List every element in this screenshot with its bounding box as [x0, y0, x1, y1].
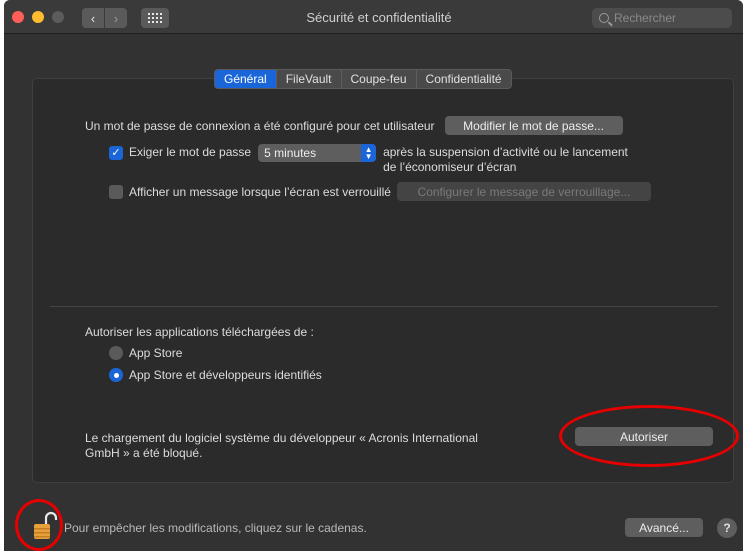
password-row: Un mot de passe de connexion a été confi…: [85, 116, 623, 135]
close-button[interactable]: [12, 11, 24, 23]
advanced-button[interactable]: Avancé...: [625, 518, 703, 537]
delay-description-line1: après la suspension d’activité ou le lan…: [383, 145, 628, 159]
search-icon: [599, 13, 609, 23]
updown-arrows-icon: ▲ ▼: [361, 144, 377, 162]
downloads-heading: Autoriser les applications téléchargées …: [85, 325, 314, 339]
tab-filevault[interactable]: FileVault: [277, 70, 342, 88]
radio-identified-row[interactable]: App Store et développeurs identifiés: [109, 368, 322, 382]
blocked-message-line2: GmbH » a été bloqué.: [85, 446, 203, 460]
radio-identified-label: App Store et développeurs identifiés: [129, 368, 322, 382]
grid-icon: [148, 13, 162, 23]
delay-description: après la suspension d’activité ou le lan…: [383, 145, 628, 175]
search-input[interactable]: [614, 11, 724, 25]
radio-app-store-row[interactable]: App Store: [109, 346, 182, 360]
show-message-row: Afficher un message lorsque l’écran est …: [109, 182, 651, 201]
chevron-left-icon: ‹: [90, 10, 96, 26]
show-all-button[interactable]: [141, 8, 169, 28]
lock-hint-text: Pour empêcher les modifications, cliquez…: [64, 521, 367, 535]
blocked-message: Le chargement du logiciel système du dév…: [85, 431, 478, 461]
require-password-checkbox[interactable]: ✓: [109, 146, 123, 160]
delay-select[interactable]: 5 minutes ▲ ▼: [258, 144, 377, 162]
title-bar: ‹ › Sécurité et confidentialité: [4, 0, 743, 34]
back-button[interactable]: ‹: [82, 8, 104, 28]
change-password-button[interactable]: Modifier le mot de passe...: [444, 116, 623, 135]
preferences-window: ‹ › Sécurité et confidentialité Général …: [4, 0, 743, 551]
radio-identified-developers[interactable]: [109, 368, 123, 382]
password-configured-text: Un mot de passe de connexion a été confi…: [85, 118, 435, 133]
radio-app-store[interactable]: [109, 346, 123, 360]
unlocked-padlock-icon[interactable]: [32, 511, 58, 541]
content-panel: [32, 78, 734, 483]
blocked-message-line1: Le chargement du logiciel système du dév…: [85, 431, 478, 445]
show-message-label: Afficher un message lorsque l’écran est …: [129, 184, 391, 199]
help-button[interactable]: ?: [717, 518, 737, 538]
allow-button[interactable]: Autoriser: [575, 427, 713, 446]
require-password-label: Exiger le mot de passe: [129, 145, 252, 159]
chevron-right-icon: ›: [113, 10, 119, 26]
radio-app-store-label: App Store: [129, 346, 183, 360]
show-message-checkbox[interactable]: [109, 184, 123, 199]
separator: [50, 306, 718, 307]
delay-value: 5 minutes: [264, 146, 317, 160]
checkmark-icon: ✓: [111, 146, 121, 159]
search-field[interactable]: [592, 8, 732, 28]
forward-button[interactable]: ›: [105, 8, 127, 28]
minimize-button[interactable]: [32, 11, 44, 23]
downloads-heading-row: Autoriser les applications téléchargées …: [85, 325, 314, 339]
delay-description-line2: de l’économiseur d’écran: [383, 160, 517, 174]
tab-firewall[interactable]: Coupe-feu: [342, 70, 417, 88]
window-title: Sécurité et confidentialité: [306, 10, 452, 25]
tab-privacy[interactable]: Confidentialité: [417, 70, 511, 88]
tab-bar: Général FileVault Coupe-feu Confidential…: [214, 69, 512, 89]
zoom-button[interactable]: [52, 11, 64, 23]
tab-general[interactable]: Général: [215, 70, 277, 88]
configure-lock-message-button: Configurer le message de verrouillage...: [396, 182, 651, 201]
require-password-row: ✓ Exiger le mot de passe 5 minutes ▲ ▼ ap…: [109, 144, 628, 175]
